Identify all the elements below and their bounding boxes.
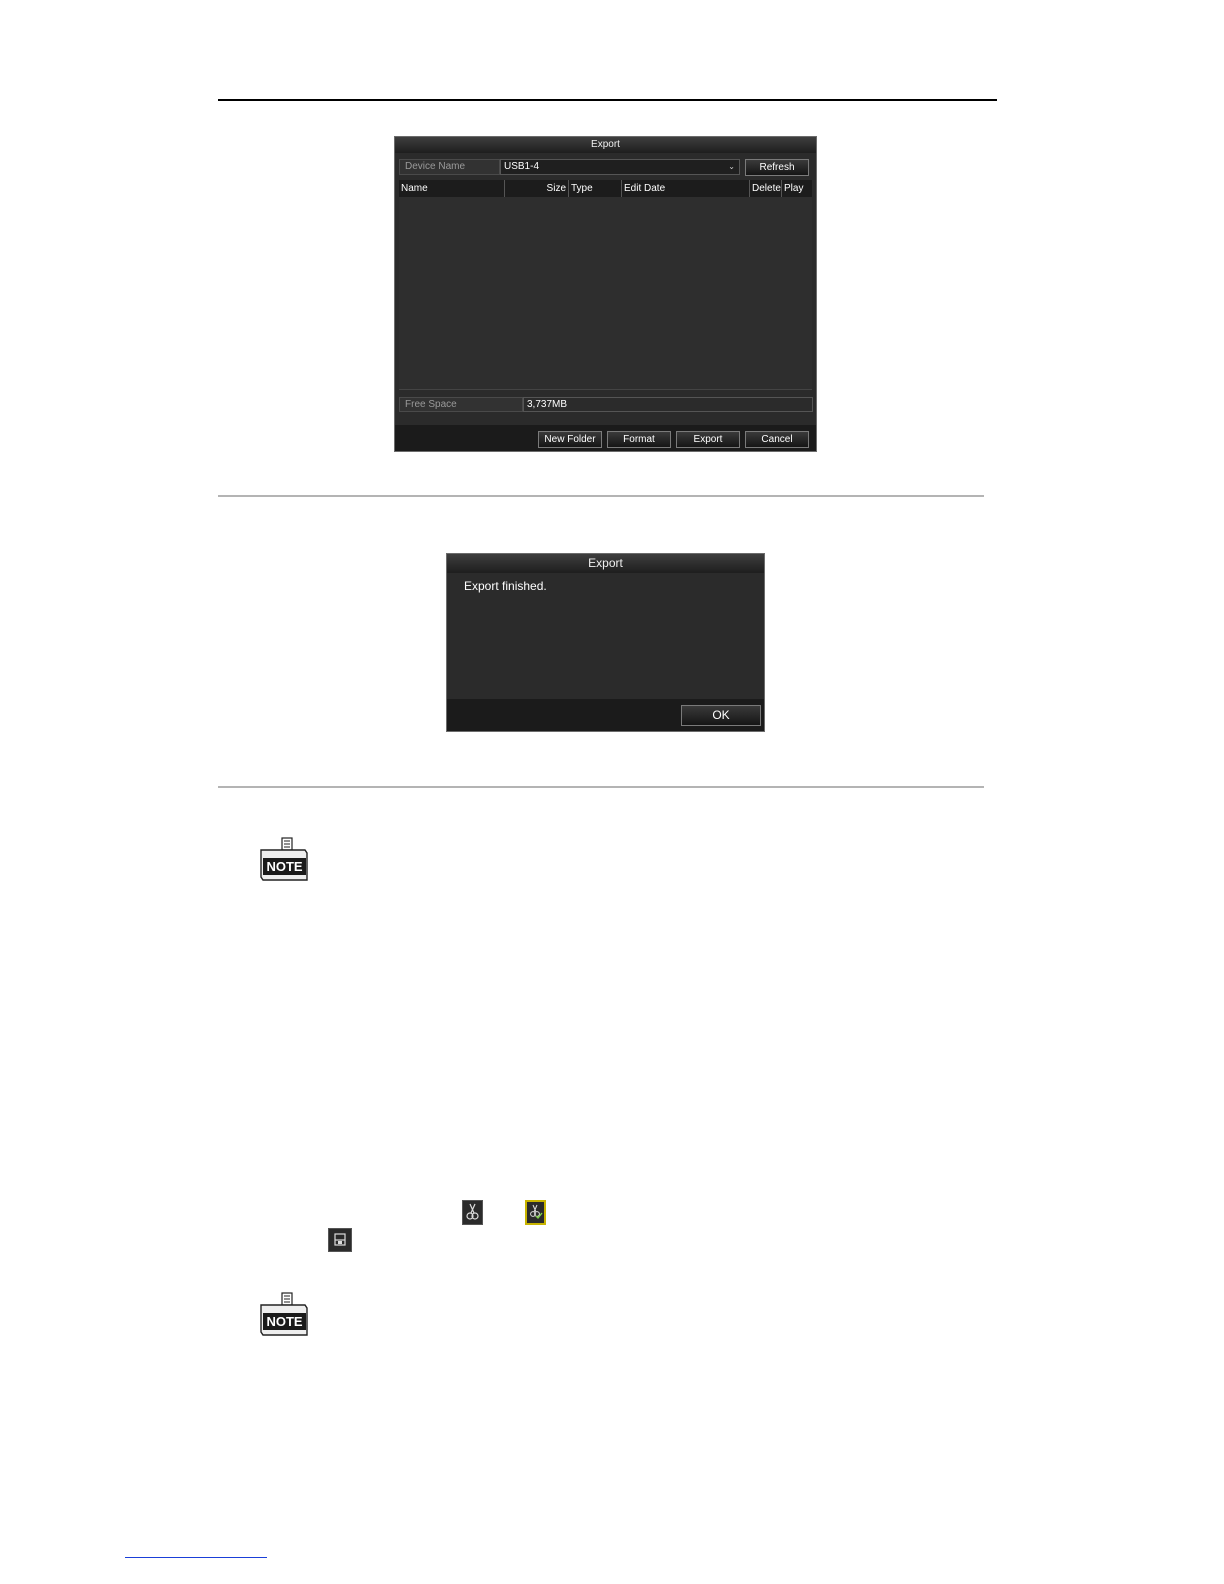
ok-button[interactable]: OK xyxy=(681,705,761,726)
export-dialog-title: Export xyxy=(395,137,816,153)
free-space-label: Free Space xyxy=(399,397,523,412)
note-label: NOTE xyxy=(266,1314,303,1329)
file-list[interactable] xyxy=(399,197,812,390)
column-type[interactable]: Type xyxy=(569,180,622,197)
column-delete[interactable]: Delete xyxy=(750,180,782,197)
refresh-button[interactable]: Refresh xyxy=(745,159,809,176)
export-dialog: Export Device Name USB1-4 ⌄ Refresh Name… xyxy=(394,136,817,452)
note-icon: NOTE xyxy=(258,1292,310,1338)
new-folder-button[interactable]: New Folder xyxy=(538,431,602,448)
scissors-check-icon xyxy=(525,1200,546,1225)
column-size[interactable]: Size xyxy=(505,180,569,197)
device-name-label: Device Name xyxy=(399,159,500,175)
chevron-down-icon: ⌄ xyxy=(728,162,735,171)
note-label: NOTE xyxy=(266,859,303,874)
export-finished-message: Export finished. xyxy=(464,579,547,593)
save-icon xyxy=(328,1228,352,1252)
export-button[interactable]: Export xyxy=(676,431,740,448)
section-divider xyxy=(218,495,984,497)
file-table-header: Name Size Type Edit Date Delete Play xyxy=(399,180,812,197)
free-space-value: 3,737MB xyxy=(523,397,813,412)
section-divider xyxy=(218,786,984,788)
header-rule xyxy=(218,99,997,101)
format-button[interactable]: Format xyxy=(607,431,671,448)
footer-link-underline[interactable] xyxy=(125,1557,267,1558)
scissors-icon xyxy=(462,1200,483,1225)
column-name[interactable]: Name xyxy=(399,180,505,197)
note-icon: NOTE xyxy=(258,837,310,883)
device-name-value: USB1-4 xyxy=(504,161,540,172)
column-edit-date[interactable]: Edit Date xyxy=(622,180,750,197)
column-play[interactable]: Play xyxy=(782,180,812,197)
cancel-button[interactable]: Cancel xyxy=(745,431,809,448)
device-name-select[interactable]: USB1-4 ⌄ xyxy=(500,159,740,175)
export-finished-dialog: Export Export finished. OK xyxy=(446,553,765,732)
export-finished-title: Export xyxy=(447,554,764,573)
